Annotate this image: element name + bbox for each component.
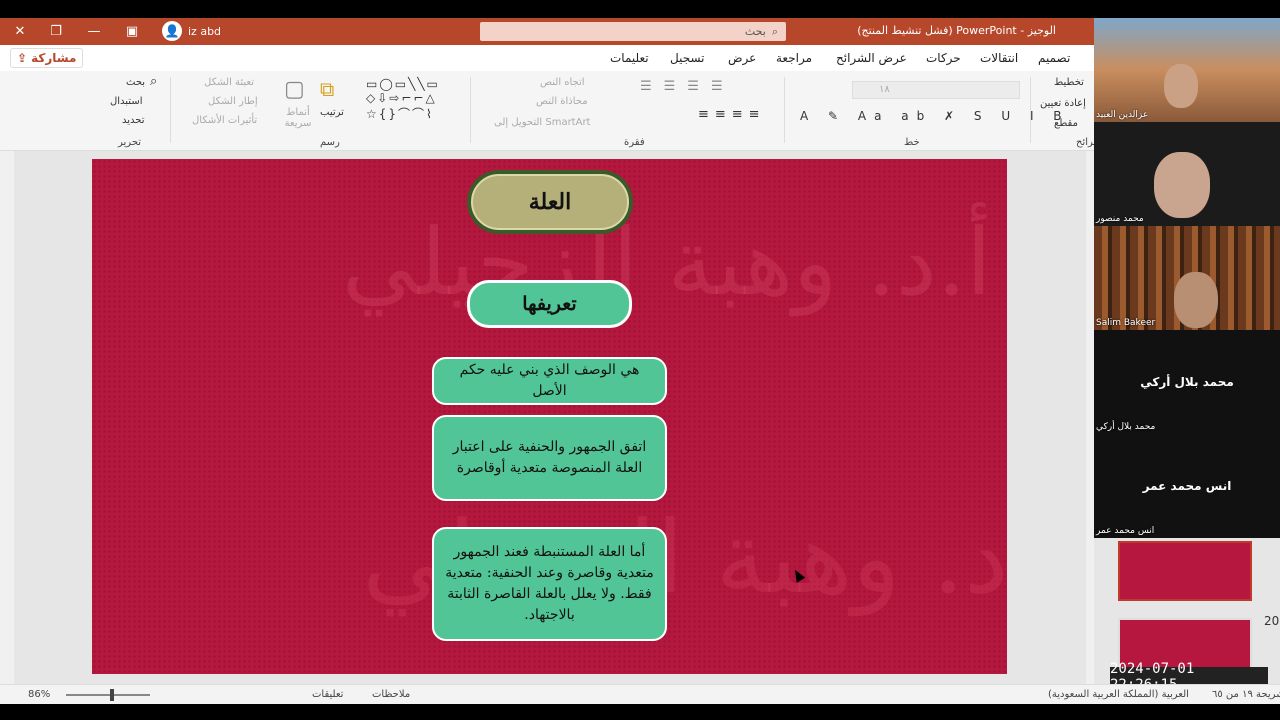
participant-name: Salim Bakeer <box>1096 318 1156 328</box>
slide-number: 20 <box>1264 614 1280 628</box>
video-tile-3[interactable]: Salim Bakeer <box>1094 226 1280 330</box>
user-name: iz abd <box>188 24 222 38</box>
ribbon-display-icon[interactable]: ▣ <box>114 18 150 45</box>
section-button[interactable]: مقطع <box>1054 118 1078 129</box>
search-box[interactable]: بحث ⌕ <box>480 22 786 41</box>
smartart-button[interactable]: التحويل إلى SmartArt <box>494 117 590 128</box>
participant-name: محمد منصور <box>1096 214 1144 224</box>
restore-icon[interactable]: ❐ <box>38 18 74 45</box>
status-bar: 86% ملاحظات تعليقات العربية (المملكة الع… <box>0 684 1280 704</box>
content-box-2[interactable]: اتفق الجمهور والحنفية على اعتبار العلة ا… <box>432 415 667 501</box>
layout-button[interactable]: تخطيط <box>1054 77 1084 88</box>
slide-canvas[interactable]: أ.د. وهبة الزحيلي أ.د. وهبة الزحيلي العل… <box>92 159 1007 674</box>
group-divider <box>170 77 171 143</box>
share-icon: ⇪ <box>17 51 28 65</box>
comments-button[interactable]: تعليقات <box>312 689 343 700</box>
video-panel: عزالدين العبيد محمد منصور Salim Bakeer م… <box>1094 18 1280 684</box>
user-account[interactable]: 👤 iz abd <box>162 21 221 41</box>
participant-label: انس محمد عمر <box>1142 479 1232 493</box>
tab-record[interactable]: تسجيل <box>670 51 705 65</box>
select-button[interactable]: تحديد <box>122 115 145 126</box>
ribbon-tabs: ⇪ مشاركة تصميم انتقالات حركات عرض الشرائح… <box>0 45 1094 71</box>
tab-design[interactable]: تصميم <box>1038 51 1070 65</box>
tab-slideshow[interactable]: عرض الشرائح <box>836 51 907 65</box>
arrange-icon: ⧉ <box>320 77 335 101</box>
shape-effects-button[interactable]: تأثيرات الأشكال <box>192 115 257 126</box>
tab-help[interactable]: تعليمات <box>610 51 649 65</box>
shape-outline-button[interactable]: إطار الشكل <box>208 96 258 107</box>
arrange-button[interactable]: ترتيب <box>320 107 344 118</box>
participant-label: محمد بلال أركي <box>1140 375 1234 389</box>
language-indicator: العربية (المملكة العربية السعودية) <box>1048 689 1189 700</box>
quick-styles-icon: ▢ <box>284 77 305 102</box>
bottom-black-bar <box>0 704 1280 720</box>
ribbon: بحث ⌕ استبدال تحديد تحرير تعبئة الشكل إط… <box>0 71 1102 151</box>
watermark-text: أ.د. وهبة الزحيلي <box>342 209 992 316</box>
share-button[interactable]: ⇪ مشاركة <box>10 48 84 68</box>
avatar: 👤 <box>162 21 182 41</box>
group-label-edit: تحرير <box>118 137 142 148</box>
find-button[interactable]: بحث <box>126 77 145 88</box>
title-bar: ✕ ❐ — ▣ 👤 iz abd بحث ⌕ الوجيز - PowerPoi… <box>0 18 1094 45</box>
slide-title-shape[interactable]: العلة <box>467 170 633 234</box>
video-tile-2[interactable]: محمد منصور <box>1094 122 1280 226</box>
video-tile-1[interactable]: عزالدين العبيد <box>1094 18 1280 122</box>
shape-fill-button[interactable]: تعبئة الشكل <box>204 77 254 88</box>
content-box-1[interactable]: هي الوصف الذي بني عليه حكم الأصل <box>432 357 667 405</box>
align-icons[interactable]: ≡≡≡≡ <box>698 107 766 122</box>
participant-face <box>1154 152 1210 218</box>
group-divider <box>470 77 471 143</box>
notes-button[interactable]: ملاحظات <box>372 689 410 700</box>
participant-face <box>1174 272 1218 328</box>
tab-transitions[interactable]: انتقالات <box>980 51 1018 65</box>
slide-title: العلة <box>471 174 629 230</box>
minimize-icon[interactable]: — <box>76 18 112 45</box>
replace-button[interactable]: استبدال <box>110 96 143 107</box>
left-scrollbar[interactable] <box>0 151 14 684</box>
group-label-font: خط <box>904 137 920 148</box>
zoom-slider-knob[interactable] <box>110 689 114 701</box>
participant-name: انس محمد عمر <box>1096 526 1155 536</box>
close-icon[interactable]: ✕ <box>2 18 38 45</box>
document-title: الوجيز - PowerPoint (فشل تنشيط المنتج) <box>857 24 1056 37</box>
zoom-slider[interactable] <box>66 694 150 696</box>
definition-heading[interactable]: تعريفها <box>467 280 632 328</box>
slide-info: شريحة ١٩ من ٦٥ <box>1212 689 1280 700</box>
list-icons[interactable]: ☰☰☰☰ <box>640 79 735 94</box>
tab-animations[interactable]: حركات <box>926 51 961 65</box>
slide-editor: أ.د. وهبة الزحيلي أ.د. وهبة الزحيلي العل… <box>0 151 1094 684</box>
quick-styles-button[interactable]: أنماط سريعة <box>284 107 312 129</box>
reset-button[interactable]: إعادة تعيين <box>1040 98 1086 109</box>
video-tile-5[interactable]: انس محمد عمر انس محمد عمر <box>1094 434 1280 538</box>
search-icon: ⌕ <box>771 24 778 38</box>
font-size-box[interactable]: ١٨ <box>852 81 1020 99</box>
group-divider <box>784 77 785 143</box>
slide-thumbnail-19[interactable] <box>1118 541 1252 601</box>
text-direction-button[interactable]: اتجاه النص <box>540 77 585 88</box>
shapes-gallery-icon[interactable]: ▭◯▭╲╲▭ ◇⇩⇨⌐⌐△ ☆{}⌒⌒⌇ <box>366 77 440 122</box>
participant-face <box>1164 64 1198 108</box>
group-label-paragraph: فقرة <box>624 137 645 148</box>
tab-review[interactable]: مراجعة <box>776 51 812 65</box>
content-box-3[interactable]: أما العلة المستنبطة فعند الجمهور متعدية … <box>432 527 667 641</box>
video-tile-4[interactable]: محمد بلال أركي محمد بلال أركي <box>1094 330 1280 434</box>
zoom-level[interactable]: 86% <box>28 689 50 700</box>
search-icon: ⌕ <box>150 74 158 89</box>
search-placeholder: بحث <box>744 25 766 38</box>
participant-name: عزالدين العبيد <box>1096 110 1149 120</box>
tab-view[interactable]: عرض <box>728 51 756 65</box>
participant-name: محمد بلال أركي <box>1096 422 1156 432</box>
group-divider <box>1030 77 1031 143</box>
align-text-button[interactable]: محاذاة النص <box>536 96 588 107</box>
top-black-bar <box>0 0 1280 18</box>
group-label-drawing: رسم <box>320 137 340 148</box>
right-scrollbar[interactable] <box>1086 151 1094 684</box>
